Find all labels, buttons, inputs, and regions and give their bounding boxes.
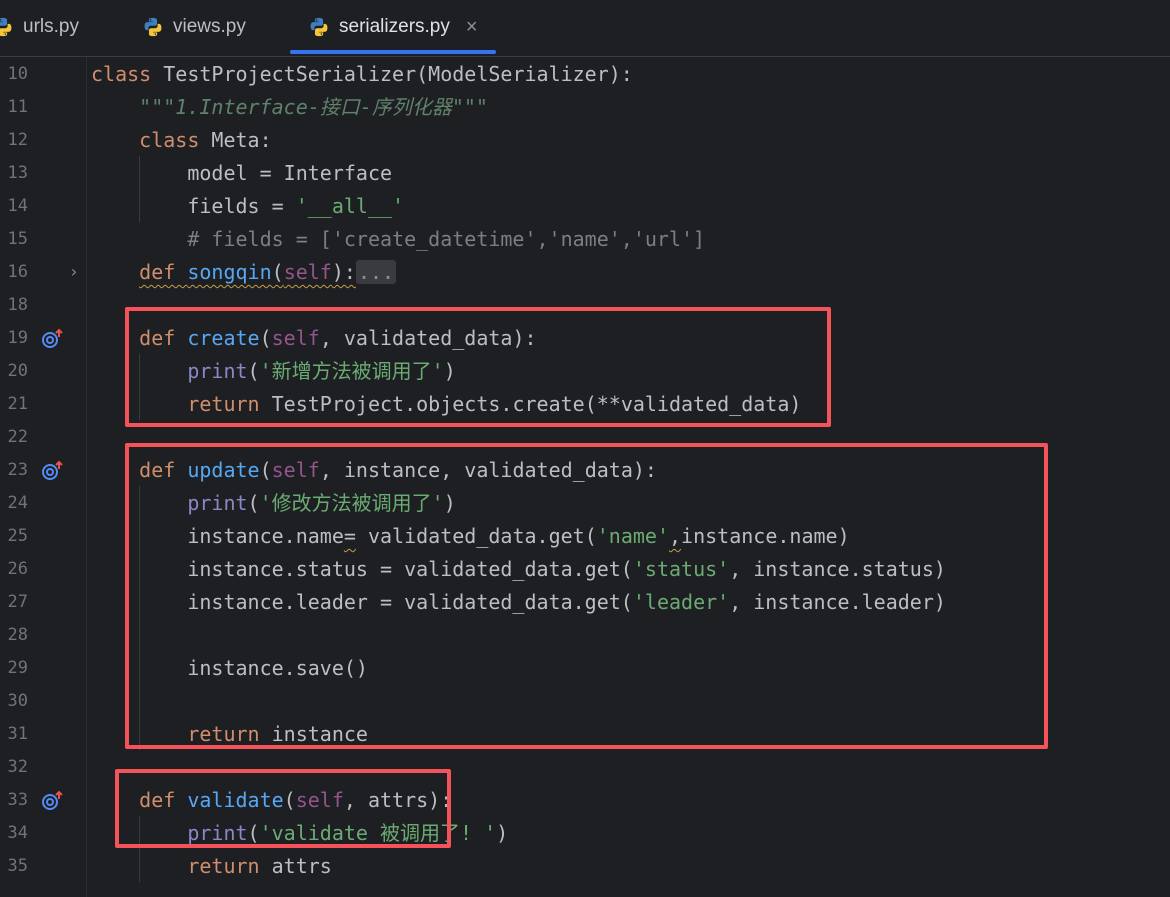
line-number: 19 — [7, 328, 28, 348]
code-text: """1.Interface-接口-序列化器""" — [139, 95, 488, 119]
line-number: 31 — [7, 724, 28, 744]
line-number: 28 — [7, 625, 28, 645]
line-number: 15 — [7, 229, 28, 249]
line-number: 26 — [7, 559, 28, 579]
line-number: 30 — [7, 691, 28, 711]
close-icon[interactable]: × — [466, 16, 478, 39]
line-number: 13 — [7, 163, 28, 183]
line-number: 22 — [7, 427, 28, 447]
code-line[interactable]: 35 return attrs — [0, 850, 1170, 883]
line-number: 27 — [7, 592, 28, 612]
code-line[interactable]: 12 class Meta: — [0, 124, 1170, 157]
python-file-icon — [0, 17, 12, 37]
code-text: fields = '__all__' — [91, 194, 405, 218]
python-file-icon — [310, 17, 328, 37]
tab-serializers-py[interactable]: serializers.py × — [290, 0, 496, 54]
tab-urls-py[interactable]: urls.py — [0, 0, 79, 54]
code-text: # fields = ['create_datetime','name','ur… — [187, 227, 706, 251]
line-number: 33 — [7, 790, 28, 810]
code-line[interactable]: 16 › def songqin(self):... — [0, 256, 1170, 289]
code-text: class Meta: — [139, 128, 272, 152]
line-number: 18 — [7, 295, 28, 315]
chevron-right-icon[interactable]: › — [69, 262, 79, 281]
code-line[interactable]: 13 model = Interface — [0, 157, 1170, 190]
highlight-box-validate — [115, 769, 451, 848]
editor-tab-bar: urls.py views.py serializers.py × — [0, 0, 1170, 57]
line-number: 23 — [7, 460, 28, 480]
line-number: 25 — [7, 526, 28, 546]
line-number: 10 — [7, 64, 28, 84]
line-number: 35 — [7, 856, 28, 876]
tab-label: serializers.py — [339, 16, 450, 37]
line-number: 34 — [7, 823, 28, 843]
line-number: 14 — [7, 196, 28, 216]
tab-label: urls.py — [23, 16, 79, 37]
python-file-icon — [144, 17, 162, 37]
line-number: 24 — [7, 493, 28, 513]
code-text: class TestProjectSerializer(ModelSeriali… — [91, 62, 633, 86]
tab-views-py[interactable]: views.py — [142, 0, 246, 54]
code-text: return attrs — [187, 854, 332, 878]
line-number: 12 — [7, 130, 28, 150]
code-text: def songqin(self):... — [139, 260, 397, 284]
indent-guide — [139, 156, 140, 222]
line-number: 11 — [7, 97, 28, 117]
tab-label: views.py — [173, 16, 246, 37]
code-text: model = Interface — [91, 161, 393, 185]
implements-override-icon[interactable] — [40, 789, 64, 813]
active-tab-indicator — [290, 50, 496, 54]
highlight-box-update — [125, 443, 1048, 749]
code-line[interactable]: 11 """1.Interface-接口-序列化器""" — [0, 91, 1170, 124]
implements-override-icon[interactable] — [40, 459, 64, 483]
line-number: 20 — [7, 361, 28, 381]
line-number: 16 — [7, 262, 28, 282]
line-number: 32 — [7, 757, 28, 777]
code-line[interactable]: 14 fields = '__all__' — [0, 190, 1170, 223]
line-number: 29 — [7, 658, 28, 678]
highlight-box-create — [125, 307, 831, 427]
code-line[interactable]: 15 # fields = ['create_datetime','name',… — [0, 223, 1170, 256]
line-number: 21 — [7, 394, 28, 414]
code-line[interactable]: 10 class TestProjectSerializer(ModelSeria… — [0, 58, 1170, 91]
implements-override-icon[interactable] — [40, 327, 64, 351]
